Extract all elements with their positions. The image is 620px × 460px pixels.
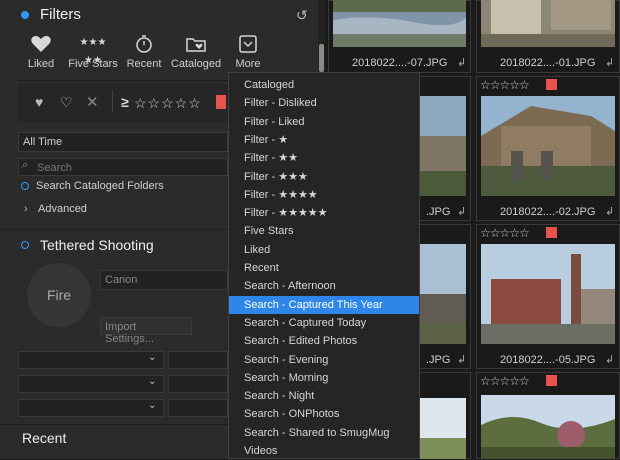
menu-item[interactable]: Filter - ★★★★★ xyxy=(229,204,419,222)
more-button[interactable]: More xyxy=(229,34,267,70)
like-heart-outline-icon[interactable]: ♡ xyxy=(60,94,73,111)
thumbnail-caption: .JPG xyxy=(426,354,451,366)
menu-item[interactable]: Search - Morning xyxy=(229,369,419,387)
menu-item[interactable]: Search - Evening xyxy=(229,351,419,369)
menu-item[interactable]: Filter - Disliked xyxy=(229,94,419,112)
chevron-down-icon: ⌄ xyxy=(148,400,157,411)
recent-section-title: Recent xyxy=(22,430,67,446)
liked-button[interactable]: Liked xyxy=(24,34,58,70)
thumbnail-caption: 2018022....-01.JPG xyxy=(500,57,596,69)
menu-item[interactable]: Cataloged xyxy=(229,76,419,94)
thumbnail-caption: .JPG xyxy=(426,206,451,218)
thumbnail-image[interactable] xyxy=(420,398,466,459)
chevron-box-icon xyxy=(239,35,257,53)
tethered-title: Tethered Shooting xyxy=(40,237,154,253)
rating-stars[interactable]: ☆☆☆☆☆ xyxy=(480,78,530,92)
menu-item[interactable]: Search - Captured This Year xyxy=(229,295,419,314)
rating-divider xyxy=(112,90,113,112)
rotate-icon[interactable]: ↲ xyxy=(605,56,614,69)
thumbnail-image[interactable] xyxy=(333,0,466,47)
recent-button[interactable]: Recent xyxy=(124,34,164,70)
color-flag-swatch[interactable] xyxy=(216,95,226,109)
menu-item[interactable]: Search - Night xyxy=(229,387,419,405)
rotate-icon[interactable]: ↲ xyxy=(457,353,466,366)
rating-filter-stars[interactable]: ☆☆☆☆☆ xyxy=(134,95,202,112)
liked-label: Liked xyxy=(27,58,55,70)
rotate-icon[interactable]: ↲ xyxy=(457,205,466,218)
thumbnail-image[interactable] xyxy=(481,395,615,459)
chevron-down-icon: ⌄ xyxy=(148,352,157,363)
color-label-flag[interactable] xyxy=(546,227,557,238)
thumbnail-caption: 2018022....-02.JPG xyxy=(500,206,596,218)
cataloged-label: Cataloged xyxy=(170,58,222,70)
cataloged-button[interactable]: Cataloged xyxy=(170,34,222,70)
menu-item[interactable]: Videos xyxy=(229,442,419,460)
five-stars-icon: ★★★ ★★ xyxy=(79,37,107,66)
thumbnail-caption: 2018022....-05.JPG xyxy=(500,354,596,366)
color-label-flag[interactable] xyxy=(546,375,557,386)
thumbnail-image[interactable] xyxy=(481,0,615,47)
reset-icon[interactable]: ↺ xyxy=(296,7,308,24)
search-cataloged-radio[interactable] xyxy=(21,182,29,190)
menu-item[interactable]: Search - Afternoon xyxy=(229,277,419,295)
menu-item[interactable]: Search - Edited Photos xyxy=(229,332,419,350)
filters-active-dot xyxy=(21,11,29,19)
rotate-icon[interactable]: ↲ xyxy=(457,56,466,69)
camera-select[interactable]: Canon xyxy=(100,270,228,290)
rating-stars[interactable]: ☆☆☆☆☆ xyxy=(480,374,530,388)
rotate-icon[interactable]: ↲ xyxy=(605,205,614,218)
thumbnail-image[interactable] xyxy=(481,244,615,344)
thumbnail-image[interactable] xyxy=(420,244,466,344)
chevron-down-icon: ⌄ xyxy=(148,376,157,387)
import-settings-button[interactable]: Import Settings... xyxy=(100,317,192,345)
menu-item[interactable]: Liked xyxy=(229,241,419,259)
menu-item[interactable]: Filter - Liked xyxy=(229,113,419,131)
more-label: More xyxy=(235,58,261,70)
tether-option-select-1[interactable] xyxy=(18,351,164,369)
tether-option-select-6[interactable] xyxy=(168,399,228,417)
menu-item[interactable]: Filter - ★★ xyxy=(229,149,419,167)
menu-item[interactable]: Filter - ★★★★ xyxy=(229,186,419,204)
tether-option-select-4[interactable] xyxy=(168,375,228,393)
menu-item[interactable]: Filter - ★ xyxy=(229,131,419,149)
search-icon: ⌕ xyxy=(22,159,29,171)
dislike-heart-icon[interactable]: ♥ xyxy=(35,94,43,110)
tether-option-select-5[interactable] xyxy=(18,399,164,417)
chevron-right-icon[interactable]: › xyxy=(24,203,28,215)
rating-min-symbol[interactable]: ≥ xyxy=(121,94,129,110)
time-range-select[interactable]: All Time xyxy=(18,132,228,152)
filters-title: Filters xyxy=(40,6,81,23)
recent-label: Recent xyxy=(126,58,162,70)
menu-item[interactable]: Recent xyxy=(229,259,419,277)
rating-stars[interactable]: ☆☆☆☆☆ xyxy=(480,226,530,240)
menu-item[interactable]: Search - Captured Today xyxy=(229,314,419,332)
stopwatch-icon xyxy=(136,35,152,53)
tethered-radio[interactable] xyxy=(21,241,29,249)
tether-option-select-3[interactable] xyxy=(18,375,164,393)
rotate-icon[interactable]: ↲ xyxy=(605,353,614,366)
menu-item[interactable]: Five Stars xyxy=(229,222,419,240)
five-stars-button[interactable]: ★★★ ★★ Five Stars xyxy=(66,34,120,70)
menu-item[interactable]: Filter - ★★★ xyxy=(229,168,419,186)
fire-button[interactable]: Fire xyxy=(27,263,91,327)
menu-item[interactable]: Search - Shared to SmugMug xyxy=(229,424,419,442)
search-input[interactable]: Search xyxy=(18,158,228,176)
five-stars-label: Five Stars xyxy=(68,58,118,70)
color-label-flag[interactable] xyxy=(546,79,557,90)
heart-icon xyxy=(31,36,51,52)
search-cataloged-label: Search Cataloged Folders xyxy=(36,180,164,192)
menu-item[interactable]: Search - ONPhotos xyxy=(229,405,419,423)
thumbnail-caption: 2018022....-07.JPG xyxy=(352,57,448,69)
tether-option-select-2[interactable] xyxy=(168,351,228,369)
folder-heart-icon xyxy=(186,38,206,52)
more-filters-menu: Cataloged Filter - Disliked Filter - Liked… xyxy=(228,72,420,459)
thumbnail-image[interactable] xyxy=(420,96,466,196)
advanced-toggle[interactable]: Advanced xyxy=(38,203,87,215)
thumbnail-image[interactable] xyxy=(481,96,615,196)
clear-icon[interactable]: ✕ xyxy=(86,93,99,111)
panel-scrollbar-thumb[interactable] xyxy=(319,44,324,72)
